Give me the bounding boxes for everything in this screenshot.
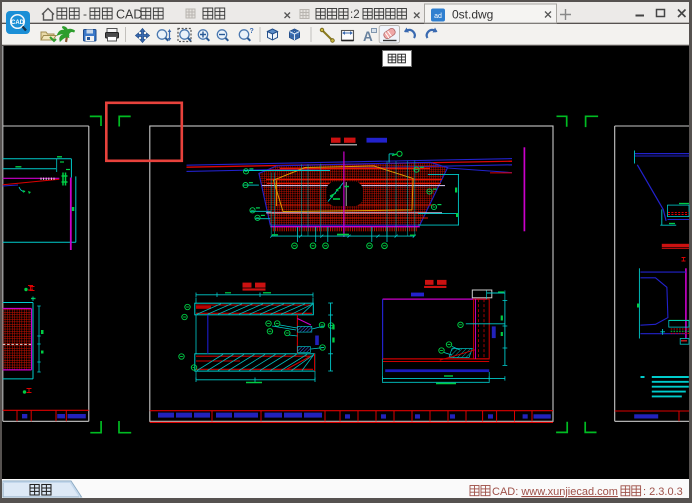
svg-text:: 2.3.0.3: : 2.3.0.3 (643, 486, 683, 498)
svg-text:CAD: www.xunjiecad.com: CAD: www.xunjiecad.com (492, 486, 618, 498)
svg-text:?: ? (250, 28, 254, 35)
svg-text:CAD: CAD (11, 20, 25, 26)
